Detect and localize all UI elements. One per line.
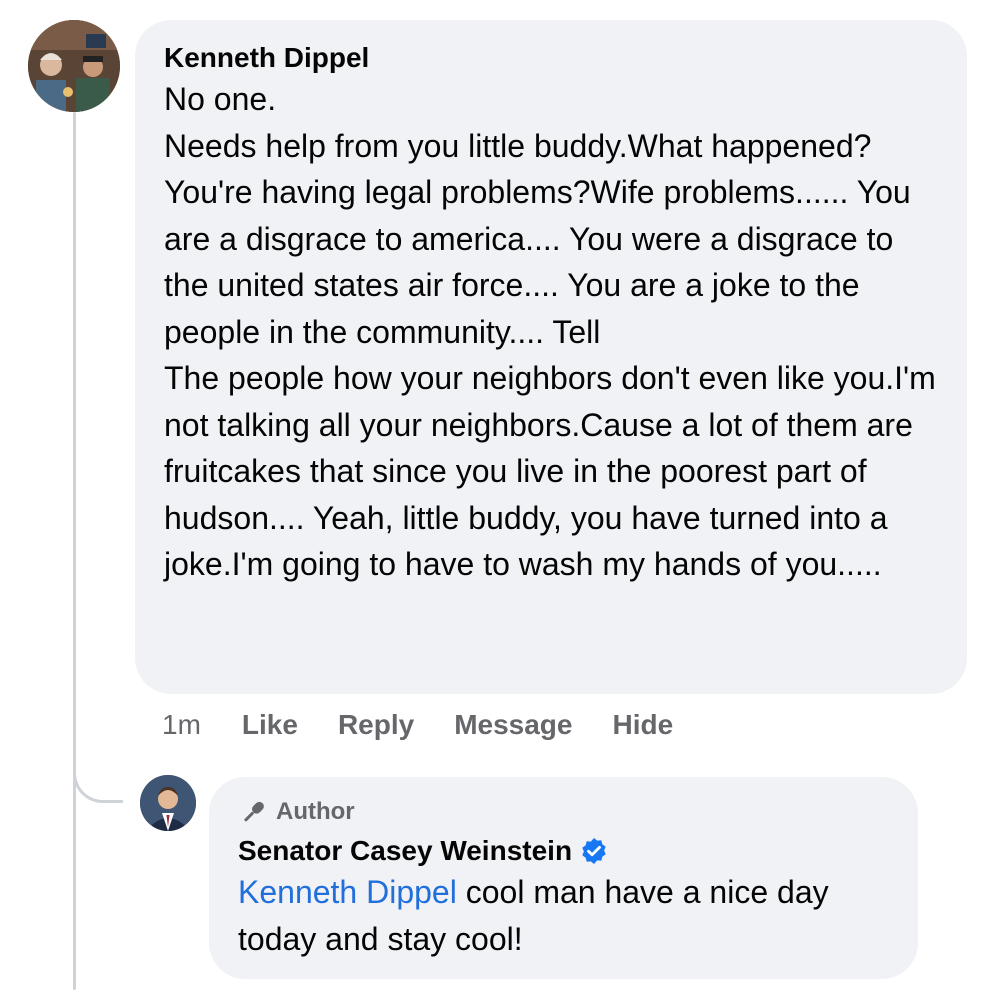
reply-button[interactable]: Reply [338,706,414,744]
comment-bubble: Kenneth Dippel No one. Needs help from y… [135,20,967,694]
hide-button[interactable]: Hide [612,706,673,744]
verified-badge-icon [580,837,608,865]
thread-line [73,112,76,990]
mention-link[interactable]: Kenneth Dippel [238,874,457,910]
comment-actions: 1m Like Reply Message Hide [162,706,713,744]
comment-paragraph: Needs help from you little buddy.What ha… [164,127,911,350]
commenter-avatar[interactable] [28,20,120,112]
comment-paragraph: No one. [164,81,277,117]
profile-photo-icon [28,20,120,112]
reply-author-avatar[interactable] [140,775,196,831]
comment-body: No one. Needs help from you little buddy… [164,76,941,588]
reply-connector [73,740,123,803]
reply-body: Kenneth Dippel cool man have a nice day … [238,869,892,962]
comment-timestamp[interactable]: 1m [162,706,201,744]
microphone-icon [238,797,268,827]
reply-bubble: Author Senator Casey Weinstein Kenneth D… [209,777,918,979]
author-badge: Author [238,797,892,827]
author-badge-label: Author [276,798,355,825]
profile-photo-icon [140,775,196,831]
reply-author-name[interactable]: Senator Casey Weinstein [238,833,572,869]
reply-author-row: Senator Casey Weinstein [238,833,892,869]
comment-paragraph: The people how your neighbors don't even… [164,360,936,582]
message-button[interactable]: Message [454,706,572,744]
comment-author-name[interactable]: Kenneth Dippel [164,40,941,76]
like-button[interactable]: Like [242,706,298,744]
